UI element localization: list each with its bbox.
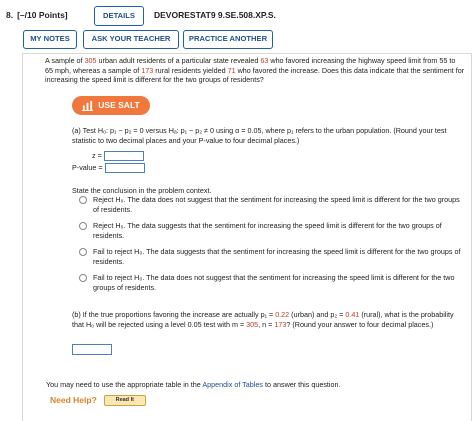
my-notes-button[interactable]: MY NOTES xyxy=(23,30,77,49)
radio-button[interactable] xyxy=(79,222,87,230)
conclusion-option-2[interactable]: Reject H₀. The data suggests that the se… xyxy=(79,221,464,240)
option-text: Fail to reject H₀. The data suggests tha… xyxy=(93,247,461,266)
problem-statement: A sample of 305 urban adult residents of… xyxy=(45,56,465,85)
ask-teacher-button[interactable]: ASK YOUR TEACHER xyxy=(83,30,179,49)
z-input[interactable] xyxy=(103,151,144,161)
p-value-row: P-value = xyxy=(72,163,145,173)
need-help: Need Help? Read It xyxy=(50,395,146,407)
z-row: z = xyxy=(92,151,144,161)
radio-button[interactable] xyxy=(79,248,87,256)
option-text: Reject H₀. The data does not suggest tha… xyxy=(93,195,460,214)
z-label: z = xyxy=(92,151,102,161)
practice-another-button[interactable]: PRACTICE ANOTHER xyxy=(183,30,273,49)
appendix-link[interactable]: Appendix of Tables xyxy=(202,380,263,389)
part-a-prompt: (a) Test H₀: p₁ − p₂ = 0 versus Hₐ: p₁ −… xyxy=(72,126,447,145)
question-header: 8. [–/10 Points] xyxy=(6,6,68,26)
conclusion-option-4[interactable]: Fail to reject H₀. The data does not sug… xyxy=(79,273,464,292)
option-text: Fail to reject H₀. The data does not sug… xyxy=(93,273,455,292)
part-b-prompt: (b) If the true proportions favoring the… xyxy=(72,310,454,329)
radio-button[interactable] xyxy=(79,274,87,282)
conclusion-option-1[interactable]: Reject H₀. The data does not suggest tha… xyxy=(79,195,464,214)
p-value-label: P-value = xyxy=(72,163,103,173)
salt-chart-icon xyxy=(82,100,94,111)
question-points: [–/10 Points] xyxy=(17,10,68,21)
conclusion-option-3[interactable]: Fail to reject H₀. The data suggests tha… xyxy=(79,247,464,266)
option-text: Reject H₀. The data suggests that the se… xyxy=(93,221,442,240)
question-id: DEVORESTAT9 9.SE.508.XP.S. xyxy=(154,10,276,21)
appendix-note: You may need to use the appropriate tabl… xyxy=(46,380,341,389)
part-b-answer-input[interactable] xyxy=(72,344,112,355)
use-salt-button[interactable]: USE SALT xyxy=(72,96,150,115)
radio-button[interactable] xyxy=(79,196,87,204)
p-value-input[interactable] xyxy=(104,163,145,173)
use-salt-label: USE SALT xyxy=(98,99,140,110)
details-button[interactable]: DETAILS xyxy=(94,6,144,26)
need-help-label: Need Help? xyxy=(50,395,97,405)
read-it-button[interactable]: Read It xyxy=(103,395,146,407)
question-number: 8. xyxy=(6,10,14,21)
